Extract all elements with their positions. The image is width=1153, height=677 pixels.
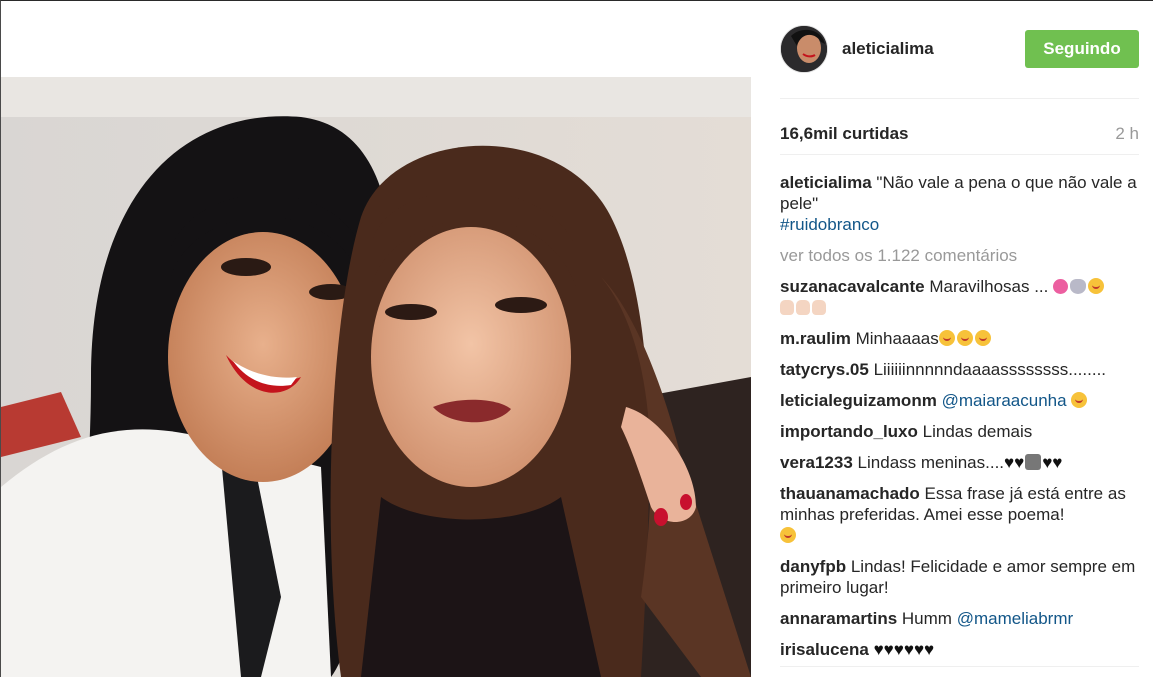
comment-username[interactable]: thauanamachado	[780, 484, 920, 503]
raised-hands-icon	[812, 300, 826, 315]
comment-text: Liiiiiinnnnndaaaassssssss........	[873, 360, 1107, 379]
post-sidebar: aleticialima Seguindo 16,6mil curtidas 2…	[780, 0, 1139, 677]
divider	[780, 98, 1139, 99]
comment: suzanacavalcante Maravilhosas ...	[780, 276, 1139, 318]
likes-row: 16,6mil curtidas 2 h	[780, 124, 1139, 144]
comment: thauanamachado Essa frase já está entre …	[780, 483, 1139, 546]
mention-link[interactable]: @maiaraacunha	[942, 391, 1067, 410]
comment: m.raulim Minhaaaas	[780, 328, 1139, 349]
comment: irisalucena ♥♥♥♥♥♥	[780, 639, 1139, 660]
comment-text: Lindass meninas....	[857, 453, 1005, 472]
comment-username[interactable]: importando_luxo	[780, 422, 918, 441]
comments-list: aleticialima "Não vale a pena o que não …	[780, 172, 1139, 670]
hashtag-link[interactable]: #ruidobranco	[780, 215, 879, 234]
raised-hands-icon	[796, 300, 810, 315]
comment-username[interactable]: leticialeguizamonm	[780, 391, 937, 410]
cherry-blossom-icon	[1053, 279, 1069, 294]
post-header: aleticialima Seguindo	[780, 24, 1139, 74]
selfie-image	[1, 77, 751, 677]
view-all-comments-link[interactable]: ver todos os 1.122 comentários	[780, 245, 1139, 266]
comment: tatycrys.05 Liiiiiinnnnndaaaassssssss...…	[780, 359, 1139, 380]
comment-username[interactable]: m.raulim	[780, 329, 851, 348]
comment-username[interactable]: aleticialima	[780, 173, 872, 192]
cat-face-icon	[1070, 279, 1087, 294]
likes-count[interactable]: 16,6mil curtidas	[780, 124, 909, 143]
black-heart-icon: ♥♥	[1042, 453, 1063, 472]
comment-username[interactable]: suzanacavalcante	[780, 277, 925, 296]
family-icon	[1025, 454, 1042, 470]
avatar[interactable]	[780, 25, 828, 73]
post-username[interactable]: aleticialima	[842, 39, 934, 59]
following-button[interactable]: Seguindo	[1025, 30, 1139, 68]
comment-text: Minhaaaas	[855, 329, 939, 348]
comment-text: Lindas demais	[922, 422, 1033, 441]
comment: importando_luxo Lindas demais	[780, 421, 1139, 442]
comment: danyfpb Lindas! Felicidade e amor sempre…	[780, 556, 1139, 598]
raised-hands-icon	[780, 300, 794, 315]
divider	[780, 666, 1139, 667]
comment: vera1233 Lindass meninas....♥♥ ♥♥	[780, 452, 1139, 473]
comment: leticialeguizamonm @maiaraacunha	[780, 390, 1139, 411]
heart-eyes-icon	[780, 527, 796, 543]
comment-text: Humm	[901, 609, 952, 628]
comment-username[interactable]: annaramartins	[780, 609, 897, 628]
heart-eyes-icon	[956, 330, 973, 346]
comment-text: Maravilhosas ...	[929, 277, 1049, 296]
comment: annaramartins Humm @mameliabrmr	[780, 608, 1139, 629]
heart-eyes-icon	[938, 330, 955, 346]
heart-eyes-icon	[974, 330, 991, 346]
comment-username[interactable]: vera1233	[780, 453, 853, 472]
comment-username[interactable]: irisalucena	[780, 640, 869, 659]
post-photo[interactable]	[1, 77, 751, 677]
avatar-image	[781, 26, 827, 72]
post-time[interactable]: 2 h	[1115, 124, 1139, 144]
divider	[780, 154, 1139, 155]
black-heart-icon: ♥♥	[1004, 453, 1025, 472]
heart-eyes-icon	[1071, 392, 1088, 408]
comment-username[interactable]: danyfpb	[780, 557, 846, 576]
comment-username[interactable]: tatycrys.05	[780, 360, 869, 379]
kissing-face-icon	[1088, 278, 1105, 294]
mention-link[interactable]: @mameliabrmr	[957, 609, 1073, 628]
caption: aleticialima "Não vale a pena o que não …	[780, 172, 1139, 235]
black-heart-icon: ♥♥♥♥♥♥	[873, 640, 935, 659]
